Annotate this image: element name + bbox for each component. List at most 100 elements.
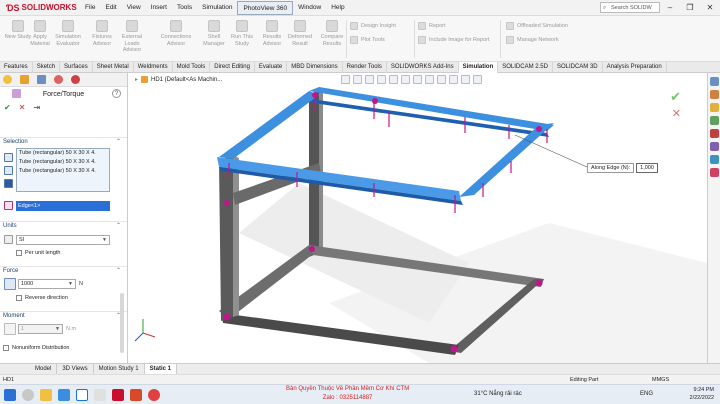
edit-appearance-icon[interactable] [437, 75, 446, 84]
view-settings-icon[interactable] [461, 75, 470, 84]
tab-weldments[interactable]: Weldments [134, 62, 173, 73]
callout-value-input[interactable]: 1,000 [636, 163, 659, 173]
tab-direct-editing[interactable]: Direct Editing [210, 62, 255, 73]
menu-simulation[interactable]: Simulation [197, 0, 237, 16]
panel-scrollbar[interactable] [120, 293, 124, 353]
moment-section-header[interactable]: Moment ⌃ [0, 311, 127, 320]
reverse-direction-checkbox[interactable]: Reverse direction [16, 295, 68, 301]
top-tube-right[interactable] [459, 123, 554, 197]
units-select[interactable]: SI ▼ [16, 235, 110, 245]
ribbon-button[interactable]: External Loads Advisor [116, 19, 148, 54]
tab-evaluate[interactable]: Evaluate [255, 62, 288, 73]
solidworks-taskbar-icon[interactable] [112, 389, 124, 401]
view-orientation-icon[interactable] [401, 75, 410, 84]
list-item[interactable]: Tube (rectangular) 50 X 30 X 4. [17, 158, 109, 167]
ribbon-small-button[interactable]: Plot Tools [350, 36, 385, 44]
frame-model[interactable] [129, 73, 707, 363]
solidcam-icon[interactable] [709, 168, 719, 177]
feature-tree-flyout[interactable]: ▸ HD1 (Default<As Machin... [135, 76, 222, 83]
zalo-icon[interactable] [76, 389, 88, 401]
cancel-icon[interactable]: ✕ [19, 103, 26, 112]
section-view-icon[interactable] [377, 75, 386, 84]
tab-sheet-metal[interactable]: Sheet Metal [93, 62, 134, 73]
ribbon-small-button[interactable]: Design Insight [350, 22, 396, 30]
tab-surfaces[interactable]: Surfaces [60, 62, 93, 73]
selection-section-header[interactable]: Selection ⌃ [0, 137, 127, 146]
edge-icon[interactable] [58, 389, 70, 401]
apply-scene-icon[interactable] [449, 75, 458, 84]
top-tube-back[interactable] [309, 87, 554, 131]
tab-mbd-dimensions[interactable]: MBD Dimensions [287, 62, 343, 73]
display-pane-icon[interactable] [473, 75, 482, 84]
selected-direction-icon[interactable] [4, 179, 13, 188]
ribbon-small-button[interactable]: Include Image for Report [418, 36, 490, 44]
ribbon-button[interactable]: Simulation Evaluator [52, 19, 84, 47]
previous-view-icon[interactable] [365, 75, 374, 84]
menu-help[interactable]: Help [326, 0, 349, 16]
zoom-area-icon[interactable] [353, 75, 362, 84]
tab-model[interactable]: Model [30, 363, 58, 375]
tab-mold-tools[interactable]: Mold Tools [173, 62, 211, 73]
ribbon-button[interactable]: Run This Study [226, 19, 258, 47]
search-input[interactable]: ⌕ Search SOLIDW [600, 2, 660, 13]
menu-edit[interactable]: Edit [100, 0, 121, 16]
part-name[interactable]: HD1 (Default<As Machin... [151, 77, 222, 83]
tab-solidworks-add-ins[interactable]: SOLIDWORKS Add-Ins [387, 62, 459, 73]
list-item[interactable]: Tube (rectangular) 50 X 30 X 4. [17, 149, 109, 158]
help-icon[interactable]: ? [112, 89, 121, 98]
display-style-icon[interactable] [413, 75, 422, 84]
tab-render-tools[interactable]: Render Tools [343, 62, 387, 73]
search-icon[interactable] [22, 389, 34, 401]
view-palette-icon[interactable] [709, 116, 719, 125]
hide-show-icon[interactable] [425, 75, 434, 84]
solidcam-taskbar-icon[interactable] [130, 389, 142, 401]
ribbon-button[interactable]: Compare Results [316, 19, 348, 47]
ribbon-small-button[interactable]: Offloaded Simulation [506, 22, 568, 30]
pin-icon[interactable]: ⇥ [33, 103, 40, 112]
menu-file[interactable]: File [80, 0, 100, 16]
selection-type-icon[interactable] [4, 153, 13, 162]
tab-3d-views[interactable]: 3D Views [57, 363, 94, 375]
menu-insert[interactable]: Insert [146, 0, 172, 16]
direction-reference-field[interactable]: Edge<1> [16, 201, 110, 211]
menu-window[interactable]: Window [293, 0, 326, 16]
zoom-to-fit-icon[interactable] [341, 75, 350, 84]
force-direction-icon[interactable] [4, 278, 16, 290]
forum-icon[interactable] [709, 155, 719, 164]
display-manager-icon[interactable] [71, 75, 80, 84]
ok-icon[interactable]: ✔ [4, 103, 11, 112]
graphics-area[interactable]: ▸ HD1 (Default<As Machin... Along Edge (… [129, 73, 707, 363]
force-callout[interactable]: Along Edge (N): 1,000 [587, 163, 659, 173]
confirm-corner-ok-icon[interactable]: ✔ [670, 89, 681, 105]
restore-button[interactable]: ❐ [680, 3, 700, 12]
menu-tools[interactable]: Tools [172, 0, 197, 16]
weather-widget[interactable]: 31°C Nắng rải rác [474, 391, 522, 397]
menu-photoview[interactable]: PhotoView 360 [237, 0, 294, 15]
top-tube-left[interactable] [219, 91, 319, 159]
design-library-icon[interactable] [709, 90, 719, 99]
custom-properties-icon[interactable] [709, 142, 719, 151]
ribbon-small-button[interactable]: Report [418, 22, 446, 30]
property-manager-icon[interactable] [20, 75, 29, 84]
direction-reference-icon[interactable] [4, 201, 13, 210]
tab-simulation[interactable]: Simulation [458, 62, 499, 73]
confirm-corner-cancel-icon[interactable]: ✕ [672, 107, 681, 120]
app-icon[interactable] [94, 389, 106, 401]
start-icon[interactable] [4, 389, 16, 401]
minimize-button[interactable]: – [660, 3, 680, 12]
file-explorer-taskbar-icon[interactable] [40, 389, 52, 401]
recorder-icon[interactable] [148, 389, 160, 401]
ribbon-button[interactable]: Fixtures Advisor [86, 19, 118, 47]
tab-solidcam-2-5d[interactable]: SOLIDCAM 2.5D [498, 62, 553, 73]
tab-motion-study[interactable]: Motion Study 1 [94, 363, 145, 375]
dimxpert-icon[interactable] [54, 75, 63, 84]
ribbon-button[interactable]: Deformed Result [284, 19, 316, 47]
list-item[interactable]: Tube (rectangular) 50 X 30 X 4. [17, 167, 109, 176]
tab-features[interactable]: Features [0, 62, 33, 73]
clock[interactable]: 9:24 PM 2/22/2022 [690, 386, 714, 402]
file-explorer-icon[interactable] [709, 103, 719, 112]
tab-static-study[interactable]: Static 1 [144, 363, 177, 375]
configuration-manager-icon[interactable] [37, 75, 46, 84]
feature-tree-icon[interactable] [3, 75, 12, 84]
ribbon-small-button[interactable]: Manage Network [506, 36, 559, 44]
